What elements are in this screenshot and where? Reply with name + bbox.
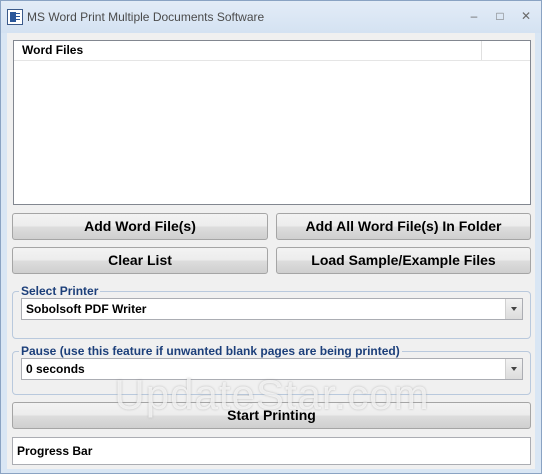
printer-select[interactable]: Sobolsoft PDF Writer xyxy=(21,298,523,320)
close-button[interactable]: ✕ xyxy=(514,7,538,25)
client-area: Word Files Add Word File(s) Add All Word… xyxy=(7,33,535,469)
title-bar[interactable]: MS Word Print Multiple Documents Softwar… xyxy=(1,1,541,33)
start-printing-button[interactable]: Start Printing xyxy=(12,402,531,429)
list-header: Word Files xyxy=(14,41,530,61)
printer-selected-value: Sobolsoft PDF Writer xyxy=(26,302,147,316)
word-document-icon xyxy=(7,9,23,25)
clear-list-button[interactable]: Clear List xyxy=(12,247,268,274)
chevron-down-icon[interactable] xyxy=(505,359,522,379)
printer-group-label: Select Printer xyxy=(19,284,101,298)
column-header-word-files[interactable]: Word Files xyxy=(14,41,482,60)
pause-group-label: Pause (use this feature if unwanted blan… xyxy=(19,344,402,358)
minimize-button[interactable]: – xyxy=(462,7,486,25)
app-window: MS Word Print Multiple Documents Softwar… xyxy=(0,0,542,474)
add-word-files-button[interactable]: Add Word File(s) xyxy=(12,213,268,240)
load-sample-files-button[interactable]: Load Sample/Example Files xyxy=(276,247,531,274)
window-title: MS Word Print Multiple Documents Softwar… xyxy=(27,10,265,24)
chevron-down-icon[interactable] xyxy=(505,299,522,319)
pause-select[interactable]: 0 seconds xyxy=(21,358,523,380)
pause-selected-value: 0 seconds xyxy=(26,362,85,376)
progress-bar: Progress Bar xyxy=(12,437,531,465)
maximize-button[interactable]: □ xyxy=(488,7,512,25)
word-files-list[interactable]: Word Files xyxy=(13,40,531,205)
add-folder-button[interactable]: Add All Word File(s) In Folder xyxy=(276,213,531,240)
progress-bar-label: Progress Bar xyxy=(17,444,93,458)
list-body[interactable] xyxy=(14,61,530,204)
